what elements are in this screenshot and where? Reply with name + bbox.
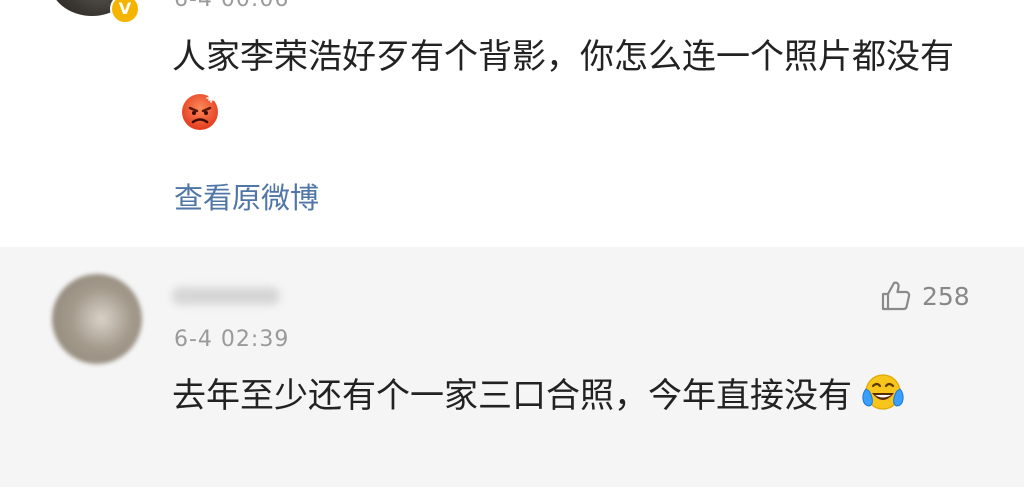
username-blurred[interactable] (172, 287, 280, 305)
like-count: 258 (922, 281, 970, 311)
verified-badge-icon: V (110, 0, 140, 24)
view-original-weibo-link[interactable]: 查看原微博 (174, 175, 319, 217)
comment-text-content: 人家李荣浩好歹有个背影，你怎么连一个照片都没有 (172, 37, 954, 77)
weibo-comment-list: V 6-4 00:06 人家李荣浩好歹有个背影，你怎么连一个照片都没有 查看原微 (0, 0, 1024, 487)
angry-face-icon (182, 93, 218, 130)
avatar[interactable] (52, 274, 142, 364)
comment-item: 258 6-4 02:39 去年至少还有个一家三口合照，今年直接没有 (0, 247, 1024, 487)
tears-of-joy-icon (862, 374, 904, 410)
like-button[interactable]: 258 (878, 279, 970, 313)
comment-time: 6-4 00:06 (174, 0, 289, 12)
thumbs-up-icon (881, 281, 911, 311)
comment-item: V 6-4 00:06 人家李荣浩好歹有个背影，你怎么连一个照片都没有 查看原微 (0, 0, 1024, 247)
comment-text: 人家李荣浩好歹有个背影，你怎么连一个照片都没有 (172, 30, 992, 140)
comment-time: 6-4 02:39 (174, 327, 290, 352)
comment-text: 去年至少还有个一家三口合照，今年直接没有 (172, 369, 992, 424)
comment-text-content: 去年至少还有个一家三口合照，今年直接没有 (172, 376, 852, 416)
